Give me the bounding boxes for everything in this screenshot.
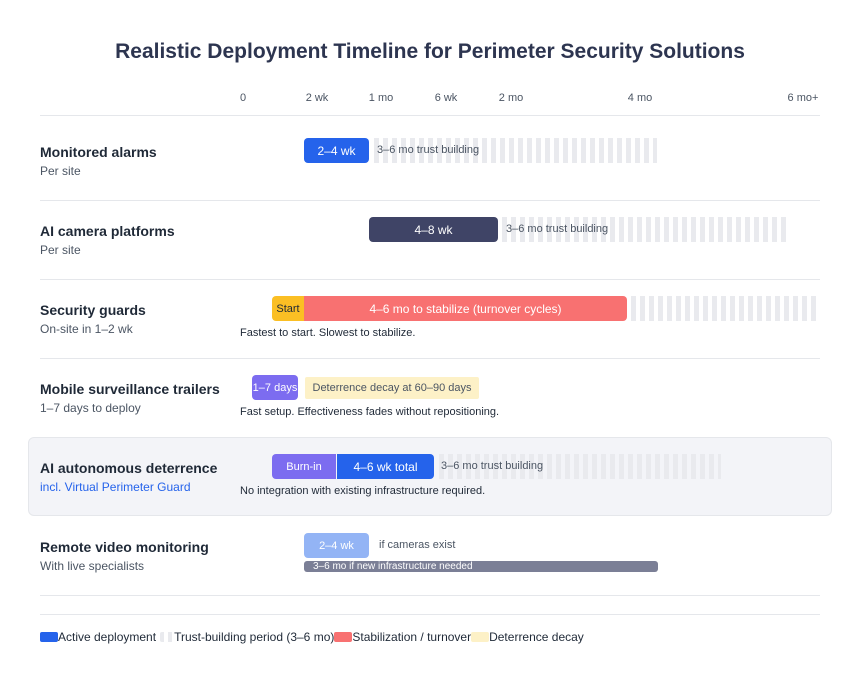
legend-swatch [471, 632, 490, 642]
row-title: AI autonomous deterrence [40, 460, 218, 476]
virtual-perimeter-guard-link[interactable]: incl. Virtual Perimeter Guard [40, 480, 191, 494]
axis-tick: 6 wk [434, 92, 458, 104]
row-title: AI camera platforms [40, 223, 175, 239]
axis-tick: 6 mo+ [787, 92, 819, 104]
divider [40, 595, 820, 596]
legend-label: Deterrence decay [489, 630, 584, 644]
row-mobile-surveillance-trailers: Mobile surveillance trailers 1–7 days to… [0, 359, 860, 438]
legend-label: Stabilization / turnover [352, 630, 472, 644]
trust-label: 3–6 mo trust building [377, 144, 480, 156]
row-subtitle: With live specialists [40, 559, 145, 573]
row-subtitle: Per site [40, 243, 81, 257]
row-subtitle: Per site [40, 164, 81, 178]
legend-swatch [334, 632, 353, 642]
row-title: Monitored alarms [40, 144, 157, 160]
row-caption: No integration with existing infrastruct… [240, 485, 486, 497]
active-deployment-bar: 4–6 wk total [337, 454, 434, 479]
axis-tick: 4 mo [627, 92, 653, 104]
row-title: Security guards [40, 302, 146, 318]
row-caption: Fastest to start. Slowest to stabilize. [240, 327, 416, 339]
row-subtitle: 1–7 days to deploy [40, 401, 141, 415]
divider [40, 614, 820, 615]
time-axis: 0 2 wk 1 mo 6 wk 2 mo 4 mo 6 mo+ [0, 92, 860, 108]
legend-swatch [160, 632, 175, 642]
active-deployment-bar: 2–4 wk [304, 533, 369, 558]
row-remote-video-monitoring: Remote video monitoring With live specia… [0, 517, 860, 596]
legend-item-stabilization: Stabilization / turnover [334, 630, 471, 644]
row-ai-autonomous-deterrence-content: AI autonomous deterrence incl. Virtual P… [0, 438, 860, 517]
row-ai-camera-platforms: AI camera platforms Per site 4–8 wk 3–6 … [0, 201, 860, 280]
start-bar: Start [272, 296, 304, 321]
row-caption: Fast setup. Effectiveness fades without … [240, 406, 500, 418]
page-title: Realistic Deployment Timeline for Perime… [115, 40, 745, 63]
axis-tick: 1 mo [368, 92, 394, 104]
stabilization-bar: 4–6 mo to stabilize (turnover cycles) [304, 296, 627, 321]
legend-label: Trust-building period (3–6 mo) [174, 630, 335, 644]
active-deployment-bar: 1–7 days [252, 375, 298, 400]
row-security-guards: Security guards On-site in 1–2 wk Start … [0, 280, 860, 359]
row-title: Remote video monitoring [40, 539, 209, 555]
legend-item-decay: Deterrence decay [471, 630, 584, 644]
legend: Active deployment Trust-building period … [40, 630, 584, 644]
row-title: Mobile surveillance trailers [40, 381, 220, 397]
burn-in-bar: Burn-in [272, 454, 336, 479]
trust-building-stripes [631, 296, 820, 321]
trust-label: 3–6 mo trust building [441, 460, 544, 472]
legend-item-active: Active deployment [40, 630, 156, 644]
legend-label: Active deployment [58, 630, 157, 644]
new-infrastructure-bar: 3–6 mo if new infrastructure needed [304, 561, 658, 572]
active-deployment-bar: 2–4 wk [304, 138, 369, 163]
row-subtitle: On-site in 1–2 wk [40, 322, 133, 336]
condition-note: if cameras exist [379, 539, 456, 551]
row-monitored-alarms: Monitored alarms Per site 2–4 wk 3–6 mo … [0, 116, 860, 195]
trust-label: 3–6 mo trust building [506, 223, 609, 235]
deterrence-decay-bar: Deterrence decay at 60–90 days [305, 377, 479, 399]
axis-tick: 2 mo [498, 92, 524, 104]
axis-tick: 2 wk [305, 92, 329, 104]
legend-swatch [40, 632, 58, 642]
legend-item-trust: Trust-building period (3–6 mo) [160, 630, 334, 644]
axis-tick: 0 [239, 92, 247, 104]
active-deployment-bar: 4–8 wk [369, 217, 498, 242]
